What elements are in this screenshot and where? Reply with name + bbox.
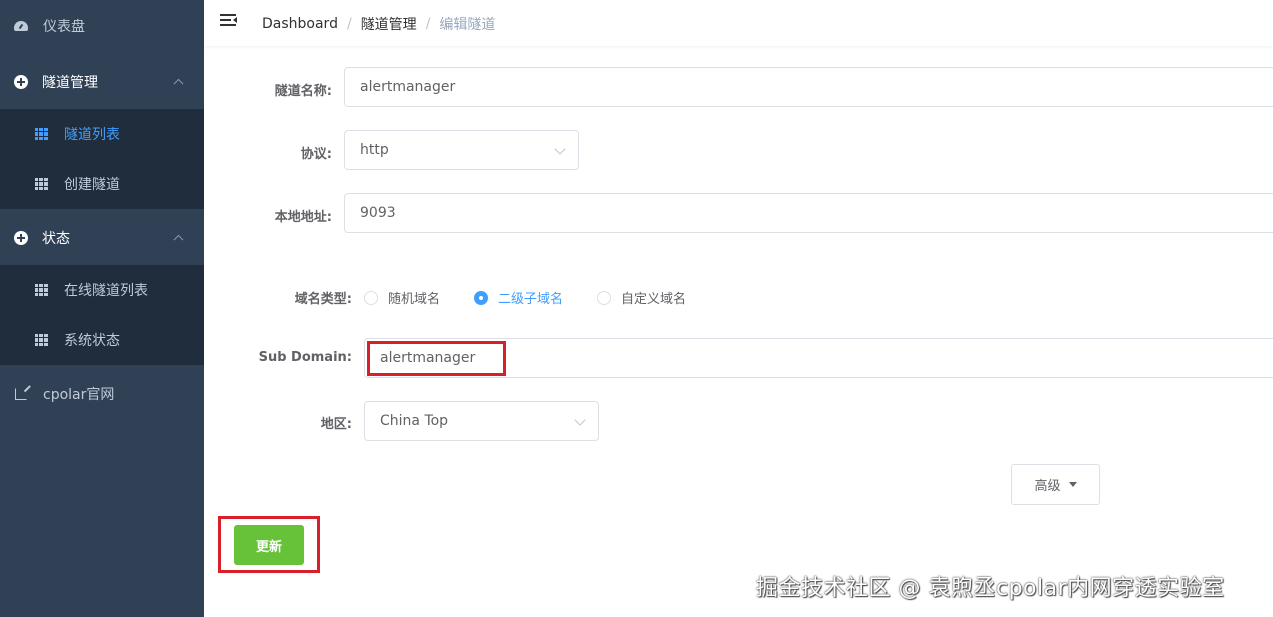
sidebar-item-system-status[interactable]: 系统状态 (0, 315, 204, 365)
radio-random-domain[interactable]: 随机域名 (364, 288, 440, 307)
chevron-up-icon (173, 78, 184, 89)
radio-dot (364, 290, 378, 305)
chevron-down-icon (554, 143, 566, 155)
sidebar-item-dashboard[interactable]: 仪表盘 (0, 0, 204, 52)
highlight-box-update (218, 516, 320, 573)
local-address-value: 9093 (360, 205, 396, 221)
sidebar-item-label: 状态 (42, 230, 70, 247)
sub-domain-label: Sub Domain: (258, 350, 352, 365)
region-value: China Top (380, 413, 449, 429)
breadcrumb-dashboard[interactable]: Dashboard (262, 16, 338, 32)
external-link-icon (14, 387, 28, 401)
local-address-label: 本地地址: (274, 210, 332, 225)
table-icon (34, 283, 48, 297)
radio-dot-checked (474, 290, 488, 305)
caret-down-icon (1068, 482, 1077, 487)
radio-label: 随机域名 (388, 292, 441, 307)
hamburger-menu-icon[interactable] (220, 13, 238, 29)
sidebar-item-label: 创建隧道 (64, 177, 120, 193)
breadcrumb-tunnel-management[interactable]: 隧道管理 (361, 14, 417, 34)
navbar: Dashboard / 隧道管理 / 编辑隧道 (204, 0, 1273, 46)
sidebar-item-label: 隧道管理 (42, 75, 98, 91)
highlight-box-subdomain (367, 341, 506, 376)
watermark-text: 掘金技术社区 @ 袁煦丞cpolar内网穿透实验室 (756, 576, 1225, 601)
tunnel-name-value: alertmanager (360, 79, 456, 95)
domain-type-label: 域名类型: (294, 292, 352, 307)
breadcrumb-separator: / (346, 16, 352, 32)
sidebar-item-create-tunnel[interactable]: 创建隧道 (0, 159, 204, 209)
advanced-label: 高级 (1034, 479, 1061, 494)
sidebar-item-online-tunnels[interactable]: 在线隧道列表 (0, 265, 204, 315)
sidebar-item-tunnel-list[interactable]: 隧道列表 (0, 109, 204, 159)
sidebar: 仪表盘 隧道管理 隧道列表 创建隧道 状态 在线隧道列表 系统状态 cpolar… (0, 0, 204, 617)
table-icon (34, 127, 48, 141)
sidebar-item-tunnel-management[interactable]: 隧道管理 (0, 55, 204, 109)
sidebar-item-label: cpolar官网 (43, 387, 115, 403)
dashboard-icon (14, 19, 28, 33)
protocol-select[interactable]: http (344, 130, 579, 170)
breadcrumb-separator: / (425, 16, 431, 32)
protocol-value: http (360, 142, 389, 158)
region-select[interactable]: China Top (364, 401, 599, 441)
table-icon (34, 177, 48, 191)
sidebar-item-label: 仪表盘 (43, 19, 85, 35)
local-address-input[interactable]: 9093 (344, 193, 1273, 233)
protocol-label: 协议: (300, 147, 332, 162)
region-label: 地区: (320, 417, 352, 432)
table-icon (34, 333, 48, 347)
radio-subdomain[interactable]: 二级子域名 (474, 288, 563, 307)
chevron-down-icon (574, 414, 586, 426)
radio-dot (597, 290, 611, 305)
sidebar-item-status[interactable]: 状态 (0, 210, 204, 265)
sidebar-item-label: 在线隧道列表 (64, 283, 148, 299)
breadcrumb: Dashboard / 隧道管理 / 编辑隧道 (262, 14, 495, 34)
sidebar-item-label: 系统状态 (64, 333, 120, 349)
tunnel-circle-icon (14, 75, 28, 89)
breadcrumb-current: 编辑隧道 (439, 17, 496, 33)
sidebar-item-label: 隧道列表 (64, 127, 120, 143)
tunnel-name-label: 隧道名称: (274, 84, 332, 99)
radio-custom-domain[interactable]: 自定义域名 (597, 288, 686, 307)
radio-label: 二级子域名 (498, 292, 564, 307)
radio-label: 自定义域名 (621, 292, 687, 307)
status-circle-icon (14, 230, 28, 245)
advanced-button[interactable]: 高级 (1011, 464, 1100, 505)
chevron-up-icon (173, 234, 184, 245)
tunnel-name-input[interactable]: alertmanager (344, 67, 1273, 107)
sidebar-item-cpolar-site[interactable]: cpolar官网 (0, 367, 204, 421)
